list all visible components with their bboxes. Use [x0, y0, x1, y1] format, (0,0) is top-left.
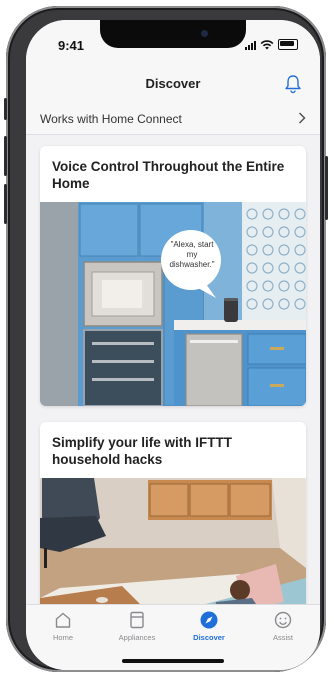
tab-label: Home	[52, 633, 73, 642]
signal-icon	[245, 41, 256, 50]
volume-up-button	[4, 136, 7, 176]
home-connect-label: Works with Home Connect	[40, 112, 182, 126]
wifi-icon	[260, 40, 274, 50]
power-button	[325, 156, 328, 220]
page-title: Discover	[145, 76, 201, 91]
compass-icon	[200, 611, 218, 629]
tab-home[interactable]: Home	[28, 611, 98, 642]
phone-screen: 9:41 Discover Works with Home Connect Vo…	[26, 20, 320, 670]
tab-discover[interactable]: Discover	[174, 611, 244, 642]
home-indicator	[122, 659, 224, 663]
card-title: Simplify your life with IFTTT household …	[52, 435, 233, 467]
speech-bubble-text: "Alexa, start my dishwasher."	[169, 240, 215, 269]
tab-label: Appliances	[118, 633, 156, 642]
smiley-icon	[274, 611, 292, 629]
notch	[100, 20, 246, 48]
bell-icon[interactable]	[284, 74, 302, 94]
tab-bar: Home Appliances Discover Assist	[26, 604, 320, 670]
appliance-icon	[130, 611, 144, 629]
mute-switch	[4, 98, 7, 120]
battery-icon	[278, 39, 298, 50]
voice-control-card[interactable]: Voice Control Throughout the Entire Home	[40, 146, 306, 406]
camera-icon	[201, 30, 208, 37]
volume-down-button	[4, 184, 7, 224]
tab-assist[interactable]: Assist	[248, 611, 318, 642]
card-title: Voice Control Throughout the Entire Home	[52, 159, 285, 191]
house-icon	[55, 612, 71, 628]
top-header: Discover	[26, 60, 320, 104]
tab-appliances[interactable]: Appliances	[102, 611, 172, 642]
kitchen-image: "Alexa, start my dishwasher."	[40, 202, 306, 406]
chevron-right-icon	[298, 112, 306, 124]
home-connect-row[interactable]: Works with Home Connect	[26, 104, 320, 135]
tab-label: Assist	[272, 633, 293, 642]
tab-label: Discover	[193, 633, 225, 642]
status-time: 9:41	[58, 38, 85, 53]
